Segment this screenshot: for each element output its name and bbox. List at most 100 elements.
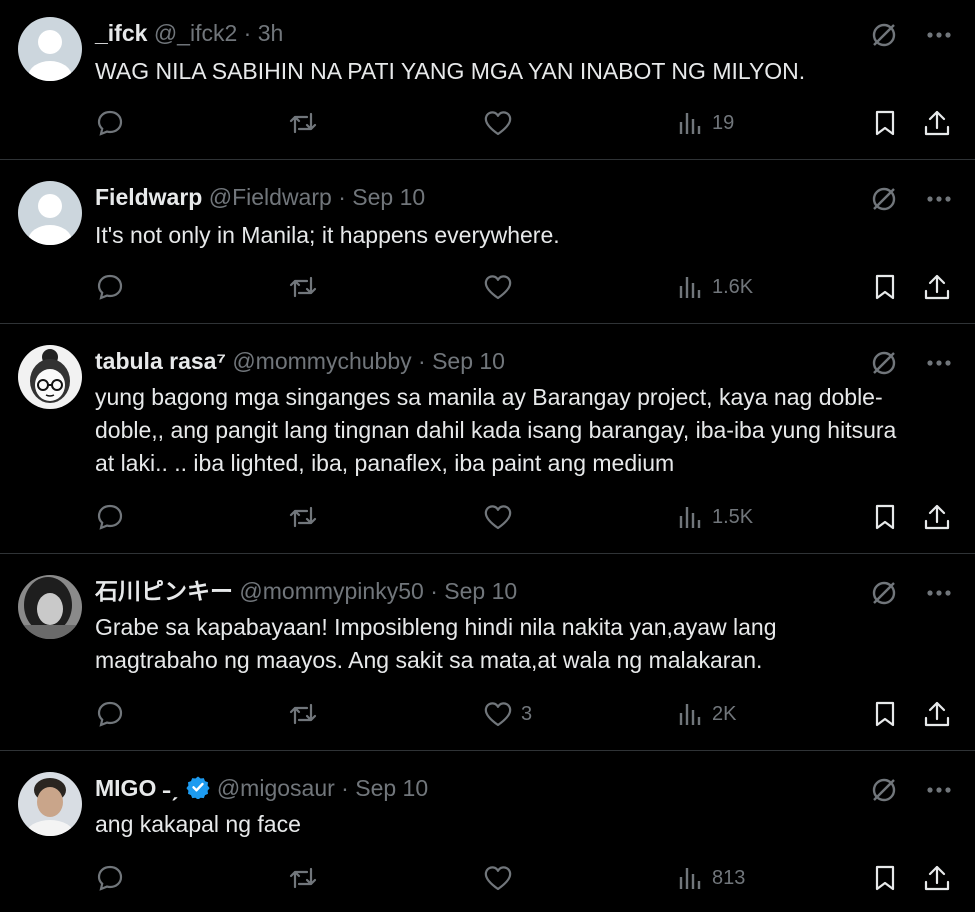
action-bar: 3 2K: [95, 697, 955, 731]
display-name[interactable]: tabula rasa⁷: [95, 348, 226, 374]
more-icon[interactable]: [927, 360, 951, 366]
views-button[interactable]: 19: [678, 106, 734, 140]
bookmark-button[interactable]: [873, 697, 897, 731]
views-button[interactable]: 1.5K: [678, 500, 753, 534]
bookmark-button[interactable]: [873, 500, 897, 534]
more-icon[interactable]: [927, 196, 951, 202]
post-text: WAG NILA SABIHIN NA PATI YANG MGA YAN IN…: [95, 58, 806, 84]
photo-avatar-icon: [18, 575, 82, 639]
share-button[interactable]: [923, 270, 951, 304]
view-count: 813: [712, 866, 746, 889]
more-icon[interactable]: [927, 32, 951, 38]
reply-button[interactable]: [95, 861, 125, 895]
views-button[interactable]: 1.6K: [678, 270, 753, 304]
avatar[interactable]: [18, 345, 82, 409]
reply-icon: [97, 865, 123, 891]
more-icon[interactable]: [927, 787, 951, 793]
post-header: 石川ピンキー @mommypinky50 · Sep 10: [95, 576, 517, 606]
views-icon: [679, 507, 701, 528]
separator: ·: [418, 348, 426, 374]
share-icon: [924, 504, 950, 530]
block-grok-icon[interactable]: [871, 350, 897, 376]
repost-button[interactable]: [287, 861, 319, 895]
handle[interactable]: @mommychubby: [232, 348, 411, 374]
timestamp[interactable]: Sep 10: [432, 348, 505, 374]
repost-icon: [289, 703, 317, 725]
views-button[interactable]: 2K: [678, 697, 736, 731]
like-count: 3: [521, 702, 533, 725]
timestamp[interactable]: 3h: [258, 20, 284, 46]
repost-icon: [289, 867, 317, 889]
bookmark-button[interactable]: [873, 106, 897, 140]
view-count: 2K: [712, 702, 737, 725]
display-name[interactable]: MIGO ˗ˏ: [95, 775, 178, 801]
avatar[interactable]: [18, 772, 82, 836]
bookmark-button[interactable]: [873, 270, 897, 304]
heart-icon: [484, 866, 512, 891]
views-icon: [679, 868, 701, 889]
default-avatar-icon: [18, 17, 82, 81]
separator: ·: [341, 775, 349, 801]
separator: ·: [430, 578, 438, 604]
views-icon: [679, 113, 701, 134]
reply-icon: [97, 274, 123, 300]
view-count: 19: [712, 111, 735, 134]
share-button[interactable]: [923, 106, 951, 140]
bookmark-icon: [875, 274, 895, 300]
avatar[interactable]: [18, 17, 82, 81]
post-header: Fieldwarp @Fieldwarp · Sep 10: [95, 182, 425, 212]
block-grok-icon[interactable]: [871, 22, 897, 48]
post[interactable]: Fieldwarp @Fieldwarp · Sep 10 It's not o…: [0, 160, 975, 324]
bookmark-button[interactable]: [873, 861, 897, 895]
reply-button[interactable]: [95, 106, 125, 140]
block-grok-icon[interactable]: [871, 777, 897, 803]
share-button[interactable]: [923, 697, 951, 731]
repost-button[interactable]: [287, 106, 319, 140]
like-button[interactable]: 3: [483, 697, 532, 731]
handle[interactable]: @Fieldwarp: [209, 184, 332, 210]
handle[interactable]: @mommypinky50: [239, 578, 423, 604]
repost-button[interactable]: [287, 697, 319, 731]
timestamp[interactable]: Sep 10: [355, 775, 428, 801]
share-button[interactable]: [923, 861, 951, 895]
handle[interactable]: @migosaur: [217, 775, 335, 801]
reply-button[interactable]: [95, 697, 125, 731]
verified-badge-icon[interactable]: [186, 775, 211, 799]
repost-button[interactable]: [287, 270, 319, 304]
view-count: 1.5K: [712, 505, 754, 528]
avatar[interactable]: [18, 575, 82, 639]
repost-button[interactable]: [287, 500, 319, 534]
timestamp[interactable]: Sep 10: [444, 578, 517, 604]
more-icon[interactable]: [927, 590, 951, 596]
reply-button[interactable]: [95, 500, 125, 534]
post[interactable]: _ifck @_ifck2 · 3h WAG NILA SABIHIN NA P…: [0, 0, 975, 160]
block-grok-icon[interactable]: [871, 186, 897, 212]
share-icon: [924, 110, 950, 136]
timestamp[interactable]: Sep 10: [352, 184, 425, 210]
post-text: ang kakapal ng face: [95, 811, 301, 837]
like-button[interactable]: [483, 106, 521, 140]
heart-icon: [484, 702, 512, 727]
post[interactable]: 石川ピンキー @mommypinky50 · Sep 10 Grabe sa k…: [0, 554, 975, 751]
post-text: yung bagong mga singanges sa manila ay B…: [95, 384, 897, 476]
reply-button[interactable]: [95, 270, 125, 304]
post[interactable]: tabula rasa⁷ @mommychubby · Sep 10 yung …: [0, 324, 975, 554]
share-button[interactable]: [923, 500, 951, 534]
like-button[interactable]: [483, 500, 521, 534]
like-button[interactable]: [483, 861, 521, 895]
like-button[interactable]: [483, 270, 521, 304]
block-grok-icon[interactable]: [871, 580, 897, 606]
repost-icon: [289, 276, 317, 298]
repost-icon: [289, 112, 317, 134]
views-button[interactable]: 813: [678, 861, 745, 895]
share-icon: [924, 865, 950, 891]
avatar[interactable]: [18, 181, 82, 245]
post-text: Grabe sa kapabayaan! Imposibleng hindi n…: [95, 614, 777, 673]
display-name[interactable]: _ifck: [95, 20, 147, 46]
photo-avatar-icon: [18, 772, 82, 836]
display-name[interactable]: Fieldwarp: [95, 184, 202, 210]
post[interactable]: MIGO ˗ˏ @migosaur · Sep 10 ang kakapal n…: [0, 751, 975, 912]
handle[interactable]: @_ifck2: [154, 20, 237, 46]
display-name[interactable]: 石川ピンキー: [95, 578, 233, 604]
heart-icon: [484, 505, 512, 530]
